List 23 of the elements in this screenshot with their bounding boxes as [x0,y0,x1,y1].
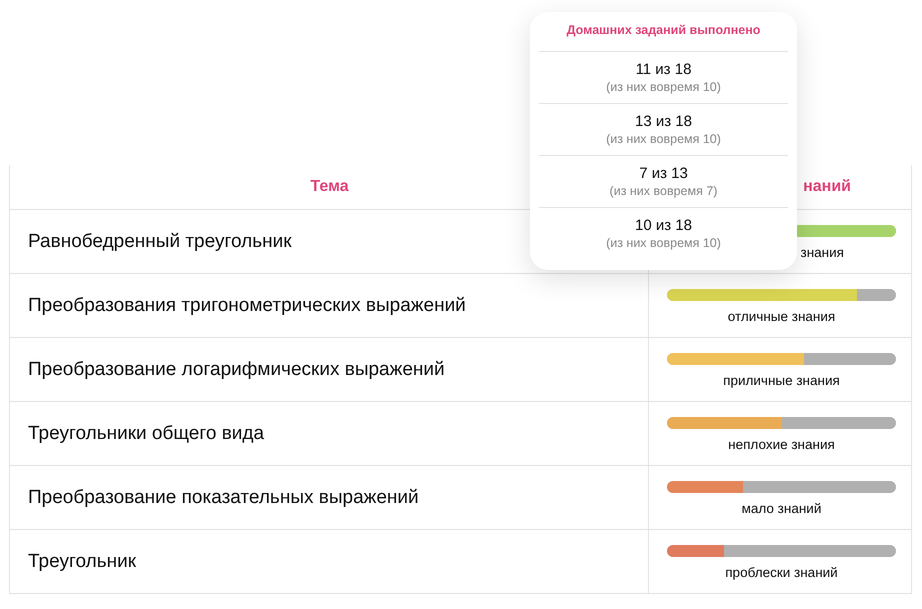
homework-count: 13 из 18 [635,113,692,130]
on-time-count: (из них вовремя 10) [606,236,721,250]
homework-count: 11 из 18 [636,61,692,78]
topic-name: Равнобедренный треугольник [27,230,292,252]
homework-count: 7 из 13 [639,165,688,182]
knowledge-label: неплохие знания [728,437,835,452]
on-time-count: (из них вовремя 10) [606,132,721,146]
popup-title: Домашних заданий выполнено [539,12,788,52]
on-time-count: (из них вовремя 10) [606,80,721,94]
topic-name: Треугольник [27,550,136,572]
on-time-count: (из них вовремя 7) [610,184,718,198]
topic-name: Треугольники общего вида [27,422,264,444]
topic-name: Преобразования тригонометрических выражений [27,294,466,316]
knowledge-label: мало знаний [742,501,822,516]
column-header: наний [803,178,851,196]
knowledge-label: проблески знаний [725,565,838,580]
column-header: Тема [310,178,349,196]
homework-count: 10 из 18 [635,217,692,234]
topic-name: Преобразование показательных выражений [27,486,419,508]
knowledge-label: знания [800,245,844,260]
knowledge-label: приличные знания [723,373,840,388]
topic-name: Преобразование логарифмических выражений [27,358,445,380]
knowledge-label: отличные знания [728,309,836,324]
